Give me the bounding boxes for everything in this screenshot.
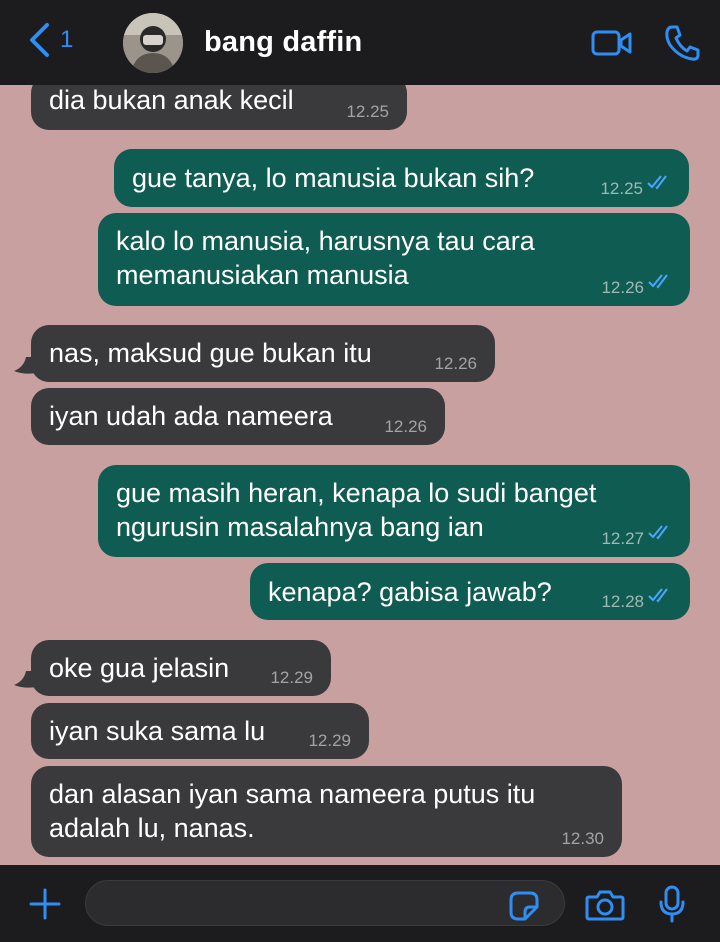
video-camera-icon [591, 30, 633, 62]
plus-icon [29, 888, 61, 924]
composer-bar [0, 865, 720, 942]
message-text-line: adalah lu, nanas. [49, 813, 255, 843]
read-receipt-icon [648, 577, 674, 611]
message-time: 12.26 [434, 354, 477, 373]
avatar[interactable] [123, 13, 183, 73]
message-incoming[interactable]: iyan udah ada nameera 12.26 [31, 388, 445, 445]
message-text: gue tanya, lo manusia bukan sih? [132, 163, 535, 193]
message-time: 12.29 [308, 731, 351, 750]
read-receipt-icon [647, 164, 673, 198]
message-input[interactable] [85, 880, 565, 926]
chat-area[interactable]: dia bukan anak kecil 12.25 gue tanya, lo… [0, 85, 720, 865]
read-receipt-icon [648, 514, 674, 548]
message-time: 12.25 [600, 179, 643, 198]
sticker-icon [509, 891, 539, 925]
message-incoming[interactable]: iyan suka sama lu 12.29 [31, 703, 369, 759]
back-button[interactable]: 1 [28, 22, 73, 58]
add-attachment-button[interactable] [29, 888, 61, 925]
message-text-line: kalo lo manusia, harusnya tau cara [116, 226, 535, 256]
message-time: 12.28 [601, 592, 644, 611]
message-text-line: dan alasan iyan sama nameera putus itu [49, 779, 536, 809]
camera-icon [585, 890, 625, 925]
message-text: dia bukan anak kecil [49, 85, 294, 115]
message-outgoing[interactable]: kenapa? gabisa jawab? 12.28 [250, 563, 690, 620]
message-incoming[interactable]: oke gua jelasin 12.29 [31, 640, 331, 696]
message-text-line: ngurusin masalahnya bang ian [116, 512, 484, 542]
microphone-button[interactable] [659, 885, 685, 928]
message-text: iyan udah ada nameera [49, 401, 333, 431]
message-outgoing[interactable]: gue tanya, lo manusia bukan sih? 12.25 [114, 149, 689, 207]
message-time: 12.29 [270, 668, 313, 687]
message-text: iyan suka sama lu [49, 716, 266, 746]
message-outgoing[interactable]: gue masih heran, kenapa lo sudi banget n… [98, 465, 690, 557]
message-incoming[interactable]: dan alasan iyan sama nameera putus itu a… [31, 766, 622, 857]
message-text-line: gue masih heran, kenapa lo sudi banget [116, 478, 597, 508]
chat-header: 1 bang daffin [0, 0, 720, 85]
camera-button[interactable] [585, 889, 625, 926]
message-time: 12.27 [601, 529, 644, 548]
video-call-button[interactable] [591, 28, 633, 63]
chevron-left-icon [28, 22, 50, 58]
message-time: 12.30 [561, 829, 604, 848]
message-time: 12.25 [346, 102, 389, 121]
read-receipt-icon [648, 263, 674, 297]
contact-name[interactable]: bang daffin [204, 26, 362, 59]
message-incoming[interactable]: dia bukan anak kecil 12.25 [31, 85, 407, 130]
message-text: nas, maksud gue bukan itu [49, 338, 372, 368]
sticker-button[interactable] [509, 891, 539, 926]
microphone-icon [659, 885, 685, 927]
phone-icon [664, 25, 700, 66]
message-time: 12.26 [384, 417, 427, 436]
message-incoming[interactable]: nas, maksud gue bukan itu 12.26 [31, 325, 495, 382]
unread-count: 1 [60, 26, 74, 53]
message-outgoing[interactable]: kalo lo manusia, harusnya tau cara meman… [98, 213, 690, 306]
message-time: 12.26 [601, 278, 644, 297]
message-text-line: memanusiakan manusia [116, 260, 409, 290]
voice-call-button[interactable] [664, 24, 700, 67]
